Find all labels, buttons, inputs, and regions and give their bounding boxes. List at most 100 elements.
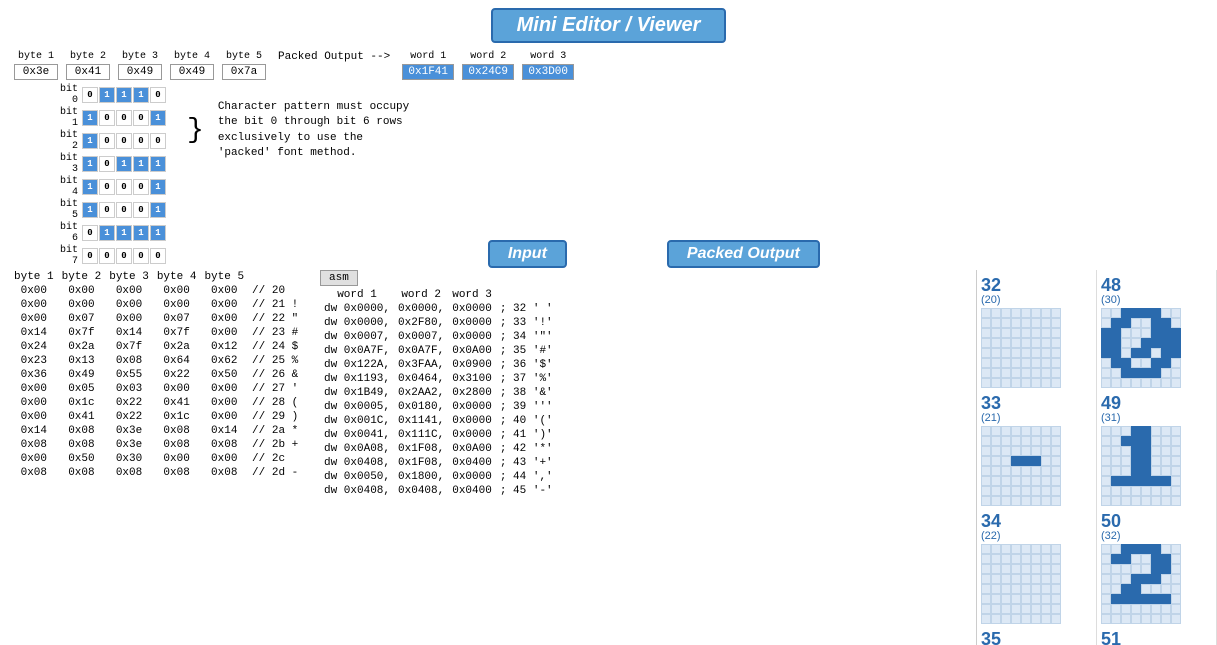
packed-cell-7-3: ; 39 ''' <box>496 400 557 414</box>
char-pixel-1-0-2-0 <box>1101 328 1111 338</box>
char-pixel-0-0-1-3 <box>1011 318 1021 328</box>
packed-cell-3-3: ; 35 '#' <box>496 344 557 358</box>
char-pixel-1-1-4-2 <box>1121 466 1131 476</box>
bit-cell-2-1: 0 <box>99 133 115 149</box>
input-cell-10-1: 0x08 <box>58 424 106 438</box>
char-pixel-0-0-6-2 <box>1001 368 1011 378</box>
input-cell-1-5: // 21 ! <box>248 298 302 312</box>
input-cell-11-0: 0x08 <box>10 438 58 452</box>
char-pixel-1-1-1-1 <box>1111 436 1121 446</box>
top-word-label-3: word 3 <box>530 51 566 62</box>
bit-cell-2-2: 0 <box>116 133 132 149</box>
char-pixel-0-0-4-4 <box>1021 348 1031 358</box>
char-pixel-0-2-6-0 <box>981 604 991 614</box>
char-pixel-1-2-5-4 <box>1141 594 1151 604</box>
char-pixel-0-0-2-5 <box>1031 328 1041 338</box>
char-pixel-1-0-7-5 <box>1151 378 1161 388</box>
packed-cell-9-2: 0x0000 <box>448 428 496 442</box>
bit-row-0: bit 001110 <box>50 84 167 106</box>
packed-table-row: dw 0x1B49,0x2AA2,0x2800; 38 '&' <box>320 386 557 400</box>
top-word-labels: word 1 0x1F41 word 2 0x24C9 word 3 0x3D0… <box>398 51 578 80</box>
char-pixel-0-1-2-2 <box>1001 446 1011 456</box>
char-pixel-1-2-7-1 <box>1111 614 1121 624</box>
char-num-1-0: 48 <box>1101 276 1121 294</box>
char-pixel-0-1-1-2 <box>1001 436 1011 446</box>
char-pixel-0-1-5-7 <box>1051 476 1061 486</box>
char-pixel-1-1-6-6 <box>1161 486 1171 496</box>
input-cell-8-2: 0x22 <box>105 396 153 410</box>
top-byte-col-5: byte 5 0x7a <box>218 51 270 80</box>
char-entry-0-2: 34(22) <box>981 512 1092 624</box>
char-sub-0-2: (22) <box>981 530 1001 542</box>
packed-table-row: dw 0x1193,0x0464,0x3100; 37 '%' <box>320 372 557 386</box>
char-pixel-1-2-3-5 <box>1151 574 1161 584</box>
char-pixel-1-1-2-4 <box>1141 446 1151 456</box>
char-pixel-0-2-5-7 <box>1051 594 1061 604</box>
char-pixel-1-2-3-4 <box>1141 574 1151 584</box>
input-cell-3-1: 0x7f <box>58 326 106 340</box>
top-byte-col-4: byte 4 0x49 <box>166 51 218 80</box>
char-entry-1-0: 48(30) <box>1101 276 1212 388</box>
bit-row-7: bit 700000 <box>50 245 167 267</box>
input-cell-0-3: 0x00 <box>153 284 201 298</box>
packed-cell-0-0: dw 0x0000, <box>320 302 394 316</box>
char-pixel-1-2-2-5 <box>1151 564 1161 574</box>
char-pixel-0-1-1-6 <box>1041 436 1051 446</box>
char-pixel-0-0-0-1 <box>991 308 1001 318</box>
char-pixel-1-1-5-0 <box>1101 476 1111 486</box>
char-pixel-1-0-2-7 <box>1171 328 1181 338</box>
char-pixel-0-0-0-3 <box>1011 308 1021 318</box>
input-cell-12-0: 0x00 <box>10 452 58 466</box>
char-pixel-1-1-6-3 <box>1131 486 1141 496</box>
char-pixel-1-2-6-0 <box>1101 604 1111 614</box>
char-pixel-1-2-4-6 <box>1161 584 1171 594</box>
char-pixel-1-2-3-6 <box>1161 574 1171 584</box>
input-table-row: 0x000x1c0x220x410x00// 28 ( <box>10 396 302 410</box>
input-col-header-0: byte 1 <box>10 270 58 284</box>
asm-tab[interactable]: asm <box>320 270 358 286</box>
char-pixel-1-2-6-1 <box>1111 604 1121 614</box>
char-pixel-0-0-2-2 <box>1001 328 1011 338</box>
char-pixel-0-0-3-5 <box>1031 338 1041 348</box>
char-pixel-0-0-0-6 <box>1041 308 1051 318</box>
input-cell-3-3: 0x7f <box>153 326 201 340</box>
char-pixel-0-2-5-3 <box>1011 594 1021 604</box>
input-cell-8-5: // 28 ( <box>248 396 302 410</box>
char-pixel-0-1-7-0 <box>981 496 991 506</box>
char-pixel-1-2-6-5 <box>1151 604 1161 614</box>
char-entry-0-3: 35(23) <box>981 630 1092 645</box>
title-bar: Mini Editor / Viewer <box>0 0 1217 47</box>
input-cell-2-4: 0x00 <box>200 312 248 326</box>
input-cell-10-2: 0x3e <box>105 424 153 438</box>
bit-cell-0-4: 0 <box>150 87 166 103</box>
char-pixel-0-2-6-5 <box>1031 604 1041 614</box>
packed-cell-10-1: 0x1F08, <box>394 442 448 456</box>
char-pixel-0-2-4-7 <box>1051 584 1061 594</box>
char-pixel-0-0-2-6 <box>1041 328 1051 338</box>
char-pixel-0-2-3-0 <box>981 574 991 584</box>
char-pixel-0-0-3-7 <box>1051 338 1061 348</box>
char-num-0-0: 32 <box>981 276 1001 294</box>
char-pixel-1-2-1-0 <box>1101 554 1111 564</box>
input-cell-12-2: 0x30 <box>105 452 153 466</box>
char-pixel-1-2-7-7 <box>1171 614 1181 624</box>
char-pixel-0-2-5-5 <box>1031 594 1041 604</box>
top-word-col-2: word 2 0x24C9 <box>458 51 518 80</box>
packed-cell-10-0: dw 0x0A08, <box>320 442 394 456</box>
input-cell-0-4: 0x00 <box>200 284 248 298</box>
char-pixel-0-2-4-4 <box>1021 584 1031 594</box>
char-pixel-0-1-7-4 <box>1021 496 1031 506</box>
input-col-header-4: byte 5 <box>200 270 248 284</box>
top-word-col-1: word 1 0x1F41 <box>398 51 458 80</box>
input-cell-4-0: 0x24 <box>10 340 58 354</box>
char-pixel-1-1-1-6 <box>1161 436 1171 446</box>
input-cell-6-0: 0x36 <box>10 368 58 382</box>
char-pixel-1-1-7-3 <box>1131 496 1141 506</box>
char-pixel-0-2-2-0 <box>981 564 991 574</box>
char-pixel-1-1-1-3 <box>1131 436 1141 446</box>
packed-cell-1-1: 0x2F80, <box>394 316 448 330</box>
input-col-header-2: byte 3 <box>105 270 153 284</box>
char-pixel-0-2-6-4 <box>1021 604 1031 614</box>
char-pixel-1-2-7-0 <box>1101 614 1111 624</box>
top-byte-val-1: 0x3e <box>14 64 58 80</box>
